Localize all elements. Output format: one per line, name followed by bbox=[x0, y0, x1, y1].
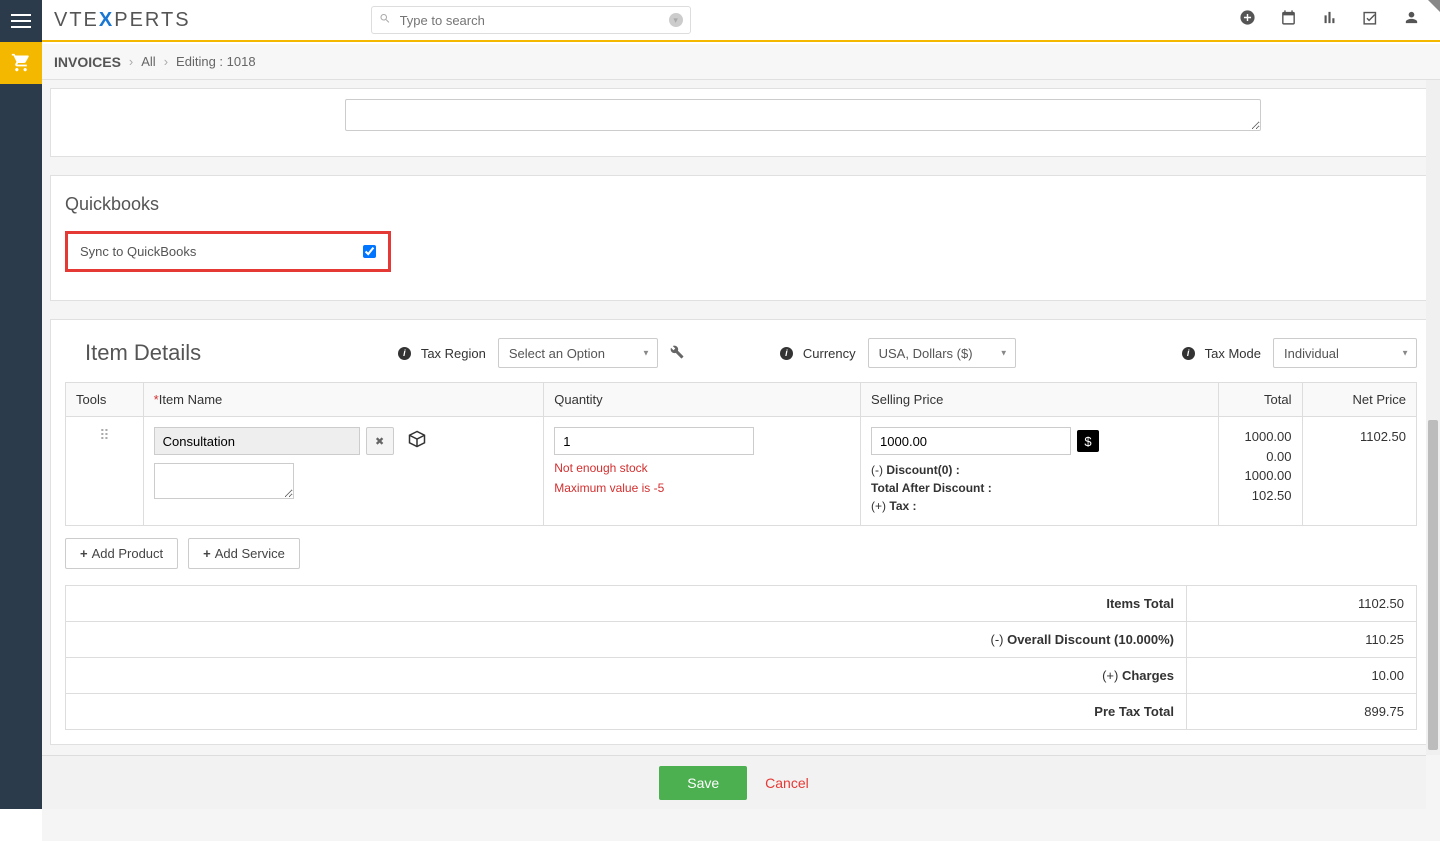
quantity-input[interactable] bbox=[554, 427, 754, 455]
tax-region-label: Tax Region bbox=[421, 346, 486, 361]
left-sidebar bbox=[0, 42, 42, 809]
info-icon[interactable]: i bbox=[780, 347, 793, 360]
items-total-value: 1102.50 bbox=[1187, 586, 1417, 622]
overall-discount-label: (-) Overall Discount (10.000%) bbox=[66, 622, 1187, 658]
item-details-header: Item Details i Tax Region Select an Opti… bbox=[65, 338, 1417, 368]
pre-tax-total-label: Pre Tax Total bbox=[66, 694, 1187, 730]
tax-mode-select[interactable]: Individual bbox=[1273, 338, 1417, 368]
item-details-title: Item Details bbox=[85, 340, 201, 366]
quickbooks-title: Quickbooks bbox=[65, 194, 1417, 215]
item-details-block: Item Details i Tax Region Select an Opti… bbox=[50, 319, 1432, 745]
add-service-button[interactable]: +Add Service bbox=[188, 538, 300, 569]
header-right-icons bbox=[1239, 9, 1420, 31]
summary-table: Items Total 1102.50 (-) Overall Discount… bbox=[65, 585, 1417, 730]
scrollbar-thumb[interactable] bbox=[1428, 420, 1438, 750]
drag-handle-icon[interactable]: ⠿ bbox=[99, 427, 109, 444]
chevron-right-icon: › bbox=[164, 54, 168, 69]
search-icon bbox=[379, 13, 391, 28]
charges-value: 10.00 bbox=[1187, 658, 1417, 694]
currency-select[interactable]: USA, Dollars ($) bbox=[868, 338, 1016, 368]
logo: VTEXPERTS bbox=[54, 9, 191, 32]
pre-tax-total-value: 899.75 bbox=[1187, 694, 1417, 730]
save-button[interactable]: Save bbox=[659, 766, 747, 800]
invoice-module-icon[interactable] bbox=[0, 42, 42, 84]
col-quantity: Quantity bbox=[544, 383, 861, 417]
corner-triangle-icon[interactable] bbox=[1428, 0, 1440, 12]
stock-error2: Maximum value is -5 bbox=[554, 481, 850, 495]
price-breakdown: (-) Discount(0) : Total After Discount :… bbox=[871, 461, 1208, 515]
bottom-action-bar: Save Cancel bbox=[42, 755, 1426, 809]
info-icon[interactable]: i bbox=[1182, 347, 1195, 360]
description-textarea[interactable] bbox=[345, 99, 1261, 131]
add-product-button[interactable]: +Add Product bbox=[65, 538, 178, 569]
item-description-textarea[interactable] bbox=[154, 463, 294, 499]
main-content: Quickbooks Sync to QuickBooks Item Detai… bbox=[42, 80, 1440, 841]
breadcrumb: INVOICES › All › Editing : 1018 bbox=[42, 44, 1440, 80]
col-tools: Tools bbox=[66, 383, 144, 417]
top-header: VTEXPERTS ▾ bbox=[42, 0, 1440, 42]
total-column: 1000.00 0.00 1000.00 102.50 bbox=[1218, 417, 1302, 526]
charges-label: (+) Charges bbox=[66, 658, 1187, 694]
cancel-link[interactable]: Cancel bbox=[765, 775, 809, 791]
clear-item-button[interactable]: ✖ bbox=[366, 427, 394, 455]
check-icon[interactable] bbox=[1362, 9, 1379, 31]
package-icon[interactable] bbox=[408, 430, 426, 453]
breadcrumb-module[interactable]: INVOICES bbox=[54, 54, 121, 70]
stock-error1: Not enough stock bbox=[554, 461, 850, 475]
col-net-price: Net Price bbox=[1302, 383, 1416, 417]
item-name-input[interactable] bbox=[154, 427, 360, 455]
global-search-wrap: ▾ bbox=[371, 6, 691, 34]
sync-highlight-box: Sync to QuickBooks bbox=[65, 231, 391, 272]
breadcrumb-all[interactable]: All bbox=[141, 54, 155, 69]
search-chevron-icon[interactable]: ▾ bbox=[669, 13, 683, 27]
sync-label: Sync to QuickBooks bbox=[80, 244, 363, 259]
chart-icon[interactable] bbox=[1321, 9, 1338, 31]
user-icon[interactable] bbox=[1403, 9, 1420, 31]
tax-mode-label: Tax Mode bbox=[1205, 346, 1261, 361]
overall-discount-value: 110.25 bbox=[1187, 622, 1417, 658]
global-search-input[interactable] bbox=[371, 6, 691, 34]
tax-region-select[interactable]: Select an Option bbox=[498, 338, 658, 368]
quickbooks-block: Quickbooks Sync to QuickBooks bbox=[50, 175, 1432, 301]
add-icon[interactable] bbox=[1239, 9, 1256, 31]
item-table: Tools *Item Name Quantity Selling Price … bbox=[65, 382, 1417, 526]
selling-price-input[interactable] bbox=[871, 427, 1071, 455]
scrollbar-track[interactable] bbox=[1426, 80, 1440, 755]
sync-checkbox[interactable] bbox=[363, 245, 376, 258]
table-row: ⠿ ✖ bbox=[66, 417, 1417, 526]
col-item-name: *Item Name bbox=[143, 383, 544, 417]
items-total-label: Items Total bbox=[66, 586, 1187, 622]
price-tag-icon[interactable]: $ bbox=[1077, 430, 1099, 452]
calendar-icon[interactable] bbox=[1280, 9, 1297, 31]
hamburger-menu[interactable] bbox=[0, 0, 42, 42]
breadcrumb-editing: Editing : 1018 bbox=[176, 54, 256, 69]
chevron-right-icon: › bbox=[129, 54, 133, 69]
col-total: Total bbox=[1218, 383, 1302, 417]
info-icon[interactable]: i bbox=[398, 347, 411, 360]
currency-label: Currency bbox=[803, 346, 856, 361]
net-price-column: 1102.50 bbox=[1302, 417, 1416, 526]
description-block bbox=[50, 88, 1432, 157]
wrench-icon[interactable] bbox=[670, 345, 684, 362]
col-selling-price: Selling Price bbox=[861, 383, 1219, 417]
